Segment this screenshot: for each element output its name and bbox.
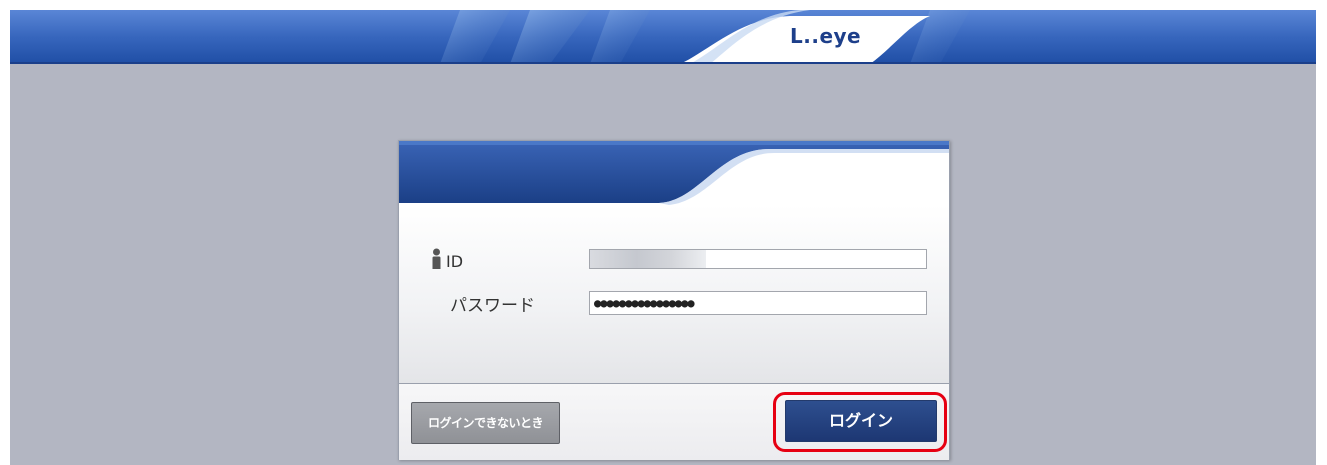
redacted-id-value — [590, 250, 706, 268]
top-banner: L..eye — [10, 10, 1316, 64]
l-eye-logo: L..eye — [790, 24, 862, 48]
login-dialog: ID パスワード ●●●●●●●●●●●●●●●● ログインできないとき ログイ… — [398, 140, 950, 460]
cannot-login-help-button[interactable]: ログインできないとき — [411, 402, 560, 444]
person-icon — [432, 248, 441, 269]
dialog-header-banner — [399, 141, 949, 205]
banner-background — [10, 10, 1316, 64]
dialog-header-wave — [399, 141, 949, 205]
dialog-footer: ログインできないとき ログイン — [399, 383, 949, 460]
password-input[interactable]: ●●●●●●●●●●●●●●●● — [589, 291, 927, 315]
password-label: パスワード — [450, 296, 535, 316]
id-label: ID — [446, 252, 464, 271]
id-input[interactable] — [589, 249, 927, 269]
login-page: L..eye ID パスワード ●●●●●●●●●●●●●●●● ログインできな… — [10, 10, 1316, 465]
login-button[interactable]: ログイン — [785, 400, 937, 442]
